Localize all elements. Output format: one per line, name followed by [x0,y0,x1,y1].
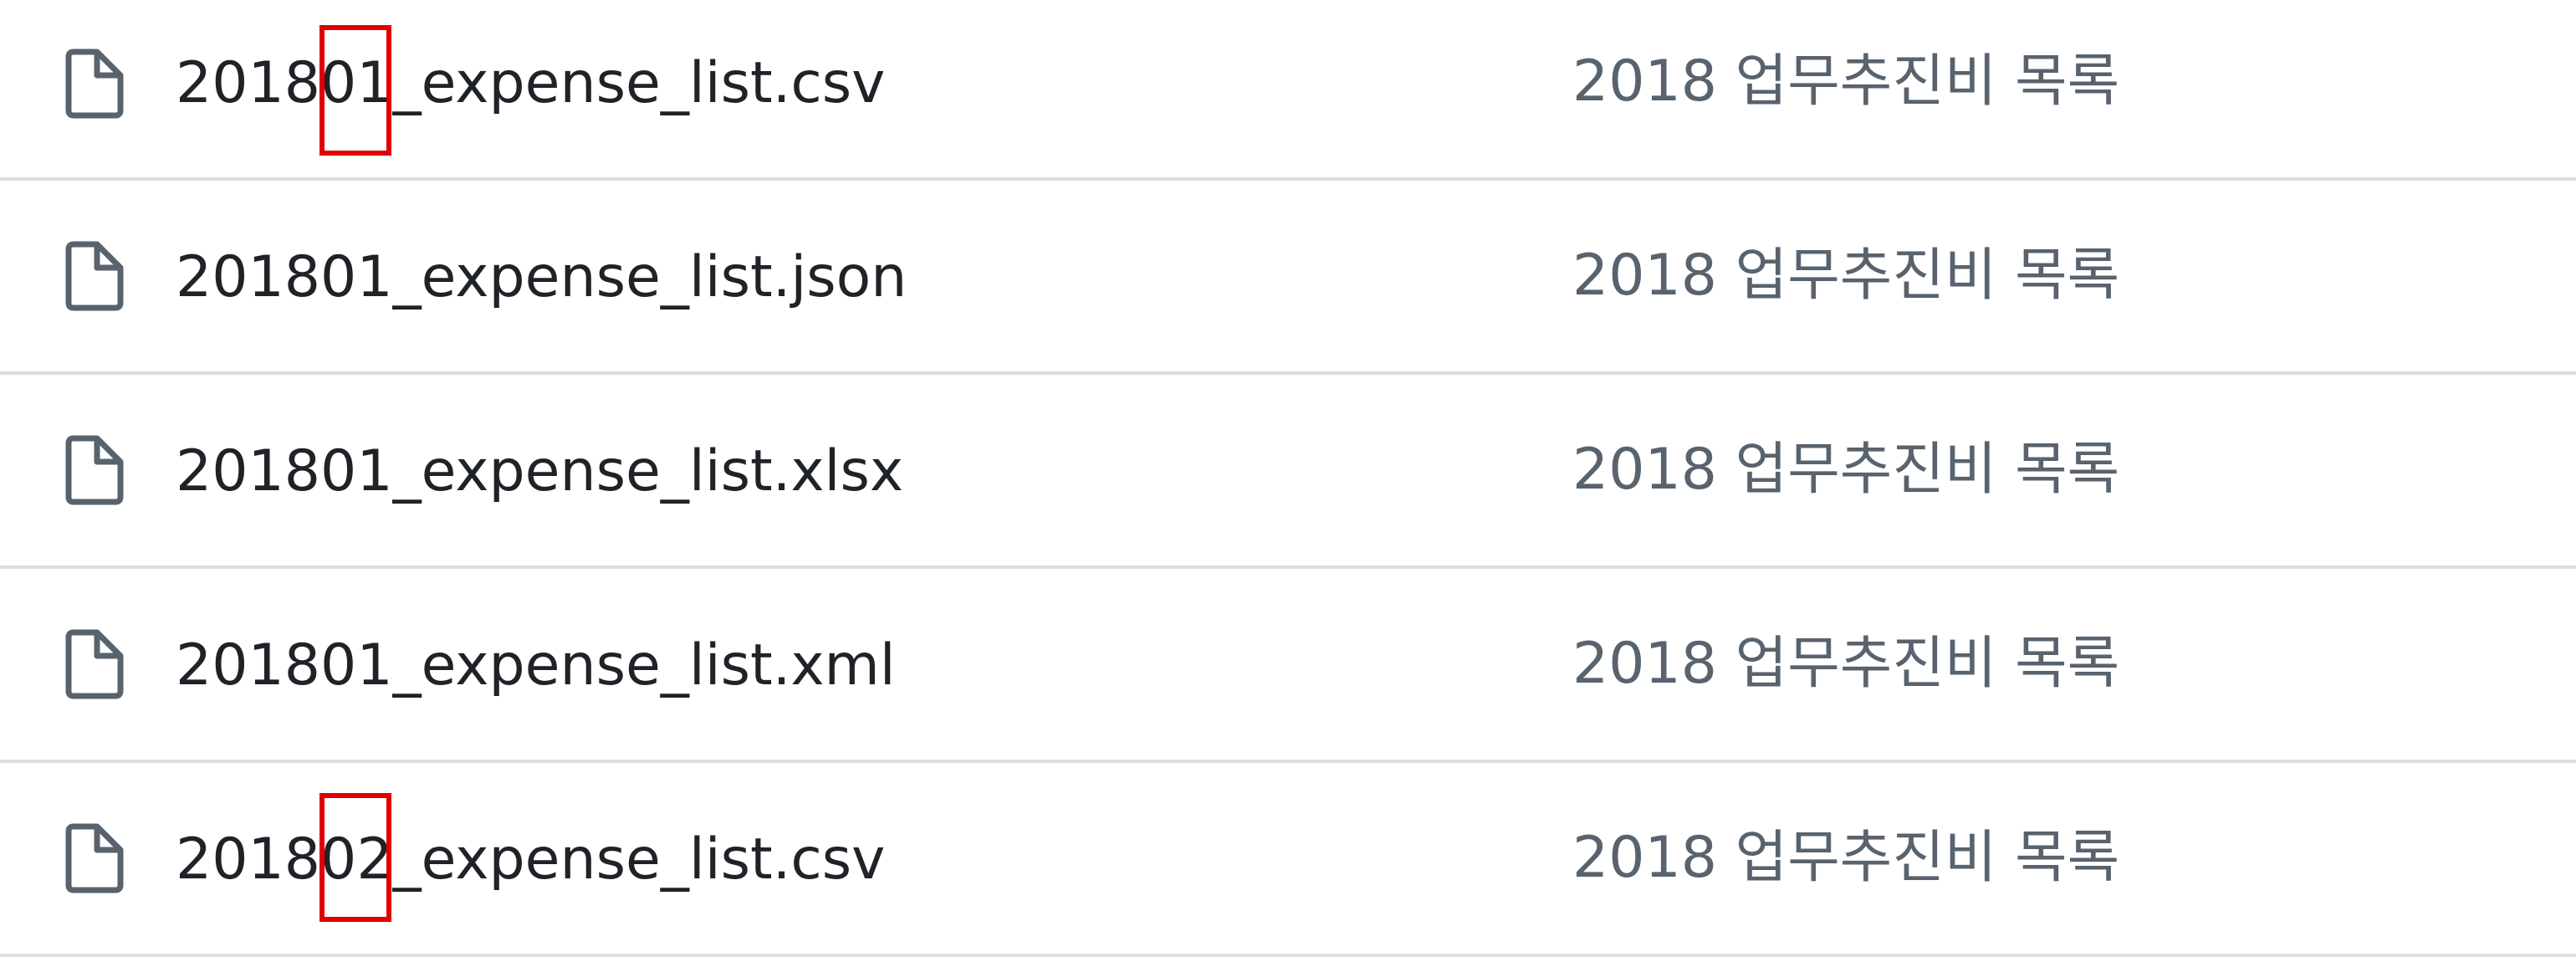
commit-message-link[interactable]: 2018 업무추진비 목록 [1572,823,2119,893]
file-name-link[interactable]: 201801_expense_list.xlsx [176,437,903,507]
commit-message-link[interactable]: 2018 업무추진비 목록 [1572,629,2119,699]
file-list: 201801_expense_list.csv 2018 업무추진비 목록 20… [0,0,2576,957]
file-icon [65,823,124,893]
commit-message-link[interactable]: 2018 업무추진비 목록 [1572,47,2119,117]
file-row[interactable]: 201801_expense_list.json 2018 업무추진비 목록 [0,181,2576,375]
file-icon [65,435,124,505]
file-icon [65,629,124,699]
file-icon [65,49,124,119]
highlight-box [319,793,391,922]
file-name-link[interactable]: 201801_expense_list.csv [176,49,885,119]
commit-message-link[interactable]: 2018 업무추진비 목록 [1572,241,2119,311]
file-name-link[interactable]: 201801_expense_list.json [176,243,907,313]
file-row[interactable]: 201801_expense_list.xml 2018 업무추진비 목록 [0,569,2576,763]
file-row[interactable]: 201801_expense_list.xlsx 2018 업무추진비 목록 [0,375,2576,569]
file-name-link[interactable]: 201802_expense_list.csv [176,825,885,895]
file-icon [65,241,124,311]
highlight-box [319,25,391,156]
commit-message-link[interactable]: 2018 업무추진비 목록 [1572,435,2119,505]
file-name-link[interactable]: 201801_expense_list.xml [176,631,896,701]
